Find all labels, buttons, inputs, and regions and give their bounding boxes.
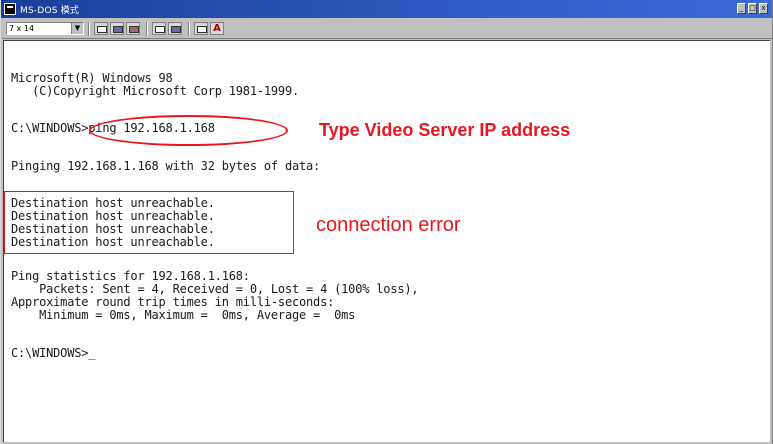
minimize-button[interactable]: _ <box>737 3 746 14</box>
error-highlight-box <box>4 191 294 254</box>
maximize-button[interactable]: □ <box>748 3 757 14</box>
msdos-window: MS-DOS 模式 _ □ x 7 x 14 ▼ A Microsoft(R) … <box>0 0 773 444</box>
properties-icon[interactable] <box>168 22 182 35</box>
font-button[interactable]: A <box>210 22 224 35</box>
toolbar: 7 x 14 ▼ A <box>2 19 772 39</box>
mark-icon[interactable] <box>94 22 108 35</box>
copy-icon[interactable] <box>110 22 124 35</box>
msdos-icon <box>4 3 16 15</box>
paste-icon[interactable] <box>126 22 140 35</box>
console-line: (C)Copyright Microsoft Corp 1981-1999. <box>11 84 300 98</box>
console-line: Pinging 192.168.1.168 with 32 bytes of d… <box>11 159 321 173</box>
font-size-select[interactable]: 7 x 14 ▼ <box>6 22 84 35</box>
ip-highlight-oval <box>89 115 288 146</box>
window-controls: _ □ x <box>737 3 768 14</box>
toolbar-separator <box>88 21 90 36</box>
console-line: Minimum = 0ms, Maximum = 0ms, Average = … <box>11 308 356 322</box>
toolbar-separator <box>146 21 148 36</box>
background-icon[interactable] <box>194 22 208 35</box>
toolbar-separator <box>188 21 190 36</box>
fullscreen-icon[interactable] <box>152 22 166 35</box>
font-size-value: 7 x 14 <box>9 24 35 33</box>
error-annotation-label: connection error <box>316 214 461 236</box>
title-bar[interactable]: MS-DOS 模式 _ □ x <box>1 0 772 18</box>
chevron-down-icon[interactable]: ▼ <box>71 23 83 34</box>
console-prompt: C:\WINDOWS>_ <box>11 346 96 360</box>
close-button[interactable]: x <box>759 3 768 14</box>
ip-annotation-label: Type Video Server IP address <box>319 120 571 140</box>
window-title: MS-DOS 模式 <box>20 5 80 16</box>
